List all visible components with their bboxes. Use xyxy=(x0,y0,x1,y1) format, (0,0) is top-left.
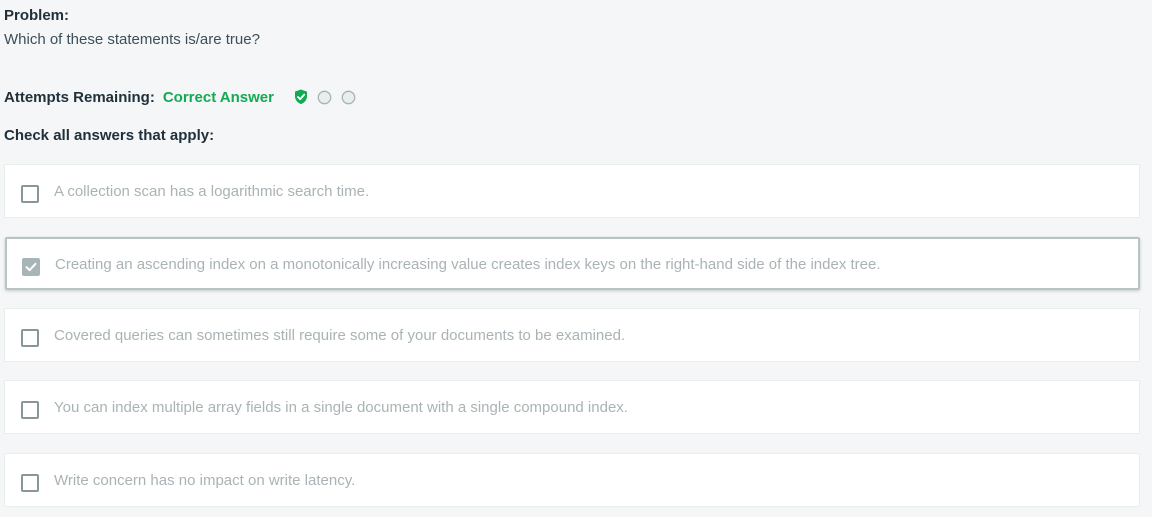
instructions-label: Check all answers that apply: xyxy=(4,127,215,144)
answer-option-text: Creating an ascending index on a monoton… xyxy=(55,256,881,273)
answer-option[interactable]: A collection scan has a logarithmic sear… xyxy=(4,164,1140,218)
answer-status: Correct Answer xyxy=(162,88,274,106)
answer-option[interactable]: Covered queries can sometimes still requ… xyxy=(4,308,1140,362)
checkbox[interactable] xyxy=(21,474,39,492)
answer-option-text: A collection scan has a logarithmic sear… xyxy=(54,183,370,200)
answer-option-text: You can index multiple array fields in a… xyxy=(54,399,628,416)
checkbox[interactable] xyxy=(21,185,39,203)
attempts-row: Attempts Remaining: Correct Answer xyxy=(4,87,365,107)
answer-option[interactable]: You can index multiple array fields in a… xyxy=(4,380,1140,434)
problem-question: Which of these statements is/are true? xyxy=(4,31,260,48)
checkbox-checked[interactable] xyxy=(22,258,40,276)
checkmark-icon xyxy=(25,262,37,272)
answer-option[interactable]: Creating an ascending index on a monoton… xyxy=(5,237,1140,290)
answer-option[interactable]: Write concern has no impact on write lat… xyxy=(4,453,1140,507)
attempt-circle-icon xyxy=(341,90,356,105)
attempt-indicators xyxy=(294,89,365,105)
problem-panel: Problem: Which of these statements is/ar… xyxy=(0,0,1152,517)
answer-option-text: Write concern has no impact on write lat… xyxy=(54,472,356,489)
attempt-circle-icon xyxy=(317,90,332,105)
problem-heading: Problem: xyxy=(4,7,70,24)
checkbox[interactable] xyxy=(21,401,39,419)
shield-check-icon xyxy=(294,89,308,105)
attempts-label: Attempts Remaining: xyxy=(4,88,155,106)
checkbox[interactable] xyxy=(21,329,39,347)
answer-option-text: Covered queries can sometimes still requ… xyxy=(54,327,626,344)
